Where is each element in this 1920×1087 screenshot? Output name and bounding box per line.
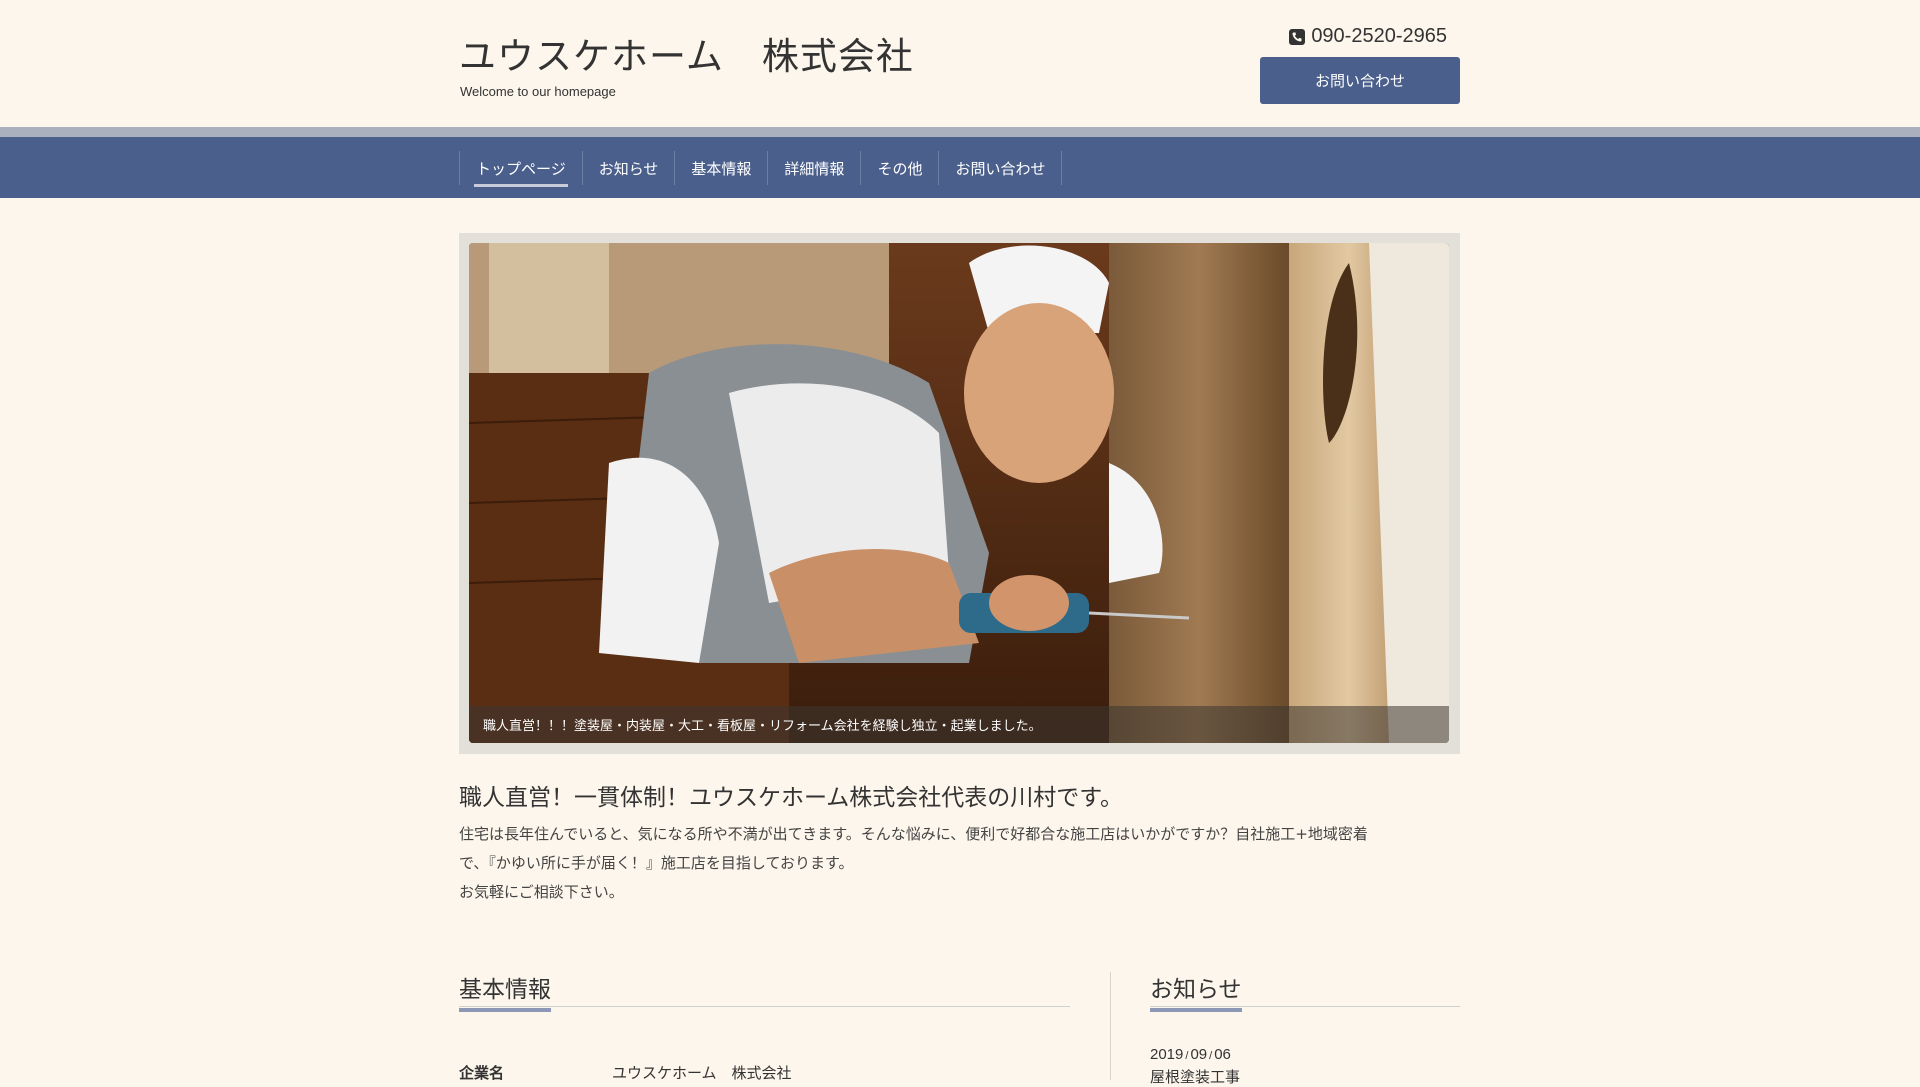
nav-item-basic-info[interactable]: 基本情報 bbox=[675, 151, 769, 185]
column-divider bbox=[1110, 972, 1111, 1080]
intro-heading: 職人直営！一貫体制！ユウスケホーム株式会社代表の川村です。 bbox=[459, 785, 1124, 811]
hero-caption: 職人直営！！！塗装屋・内装屋・大工・看板屋・リフォーム会社を経験し独立・起業しま… bbox=[469, 706, 1449, 743]
news-date: 2019/09/06 bbox=[1150, 1046, 1231, 1063]
basic-info-title[interactable]: 基本情報 bbox=[459, 970, 551, 1012]
basic-info-section: 基本情報 企業名 ユウスケホーム 株式会社 bbox=[459, 970, 1070, 1082]
phone-icon bbox=[1289, 28, 1306, 45]
site-subtitle: Welcome to our homepage bbox=[460, 84, 616, 99]
header-strip bbox=[0, 127, 1920, 137]
intro-text-line-3: お気軽にご相談下さい。 bbox=[459, 883, 624, 901]
hero-photo: 職人直営！！！塗装屋・内装屋・大工・看板屋・リフォーム会社を経験し独立・起業しま… bbox=[469, 243, 1449, 743]
site-header: ユウスケホーム 株式会社 Welcome to our homepage 090… bbox=[0, 0, 1920, 127]
date-separator: / bbox=[1209, 1050, 1213, 1062]
news-section: お知らせ 2019/09/06 屋根塗装工事 bbox=[1150, 970, 1460, 1086]
news-heading: お知らせ bbox=[1150, 970, 1460, 1012]
site-title[interactable]: ユウスケホーム 株式会社 bbox=[459, 26, 914, 80]
nav-item-contact[interactable]: お問い合わせ bbox=[939, 151, 1063, 185]
phone-text: 090-2520-2965 bbox=[1311, 25, 1447, 47]
nav-item-details[interactable]: 詳細情報 bbox=[768, 151, 862, 185]
hero-frame: 職人直営！！！塗装屋・内装屋・大工・看板屋・リフォーム会社を経験し独立・起業しま… bbox=[459, 233, 1460, 754]
intro-text-line-2: で、『かゆい所に手が届く！』施工店を目指しております。 bbox=[459, 854, 854, 872]
news-day: 06 bbox=[1214, 1046, 1231, 1063]
news-title[interactable]: お知らせ bbox=[1150, 970, 1242, 1012]
phone-number[interactable]: 090-2520-2965 bbox=[1289, 25, 1447, 48]
intro-section: 職人直営！一貫体制！ユウスケホーム株式会社代表の川村です。 住宅は長年住んでいる… bbox=[459, 778, 1460, 907]
nav-item-top[interactable]: トップページ bbox=[460, 151, 583, 187]
news-year: 2019 bbox=[1150, 1046, 1184, 1063]
hero-illustration bbox=[469, 243, 1449, 743]
news-month: 09 bbox=[1190, 1046, 1208, 1063]
contact-button[interactable]: お問い合わせ bbox=[1260, 57, 1460, 104]
intro-text-line-1: 住宅は長年住んでいると、気になる所や不満が出てきます。そんな悩みに、便利で好都合… bbox=[459, 825, 1368, 843]
basic-info-heading: 基本情報 bbox=[459, 970, 1070, 1012]
date-separator: / bbox=[1185, 1050, 1189, 1062]
news-item-title[interactable]: 屋根塗装工事 bbox=[1150, 1066, 1240, 1087]
global-nav: トップページ お知らせ 基本情報 詳細情報 その他 お問い合わせ bbox=[0, 137, 1920, 198]
nav-item-news[interactable]: お知らせ bbox=[583, 151, 676, 185]
nav-item-other[interactable]: その他 bbox=[861, 151, 940, 185]
